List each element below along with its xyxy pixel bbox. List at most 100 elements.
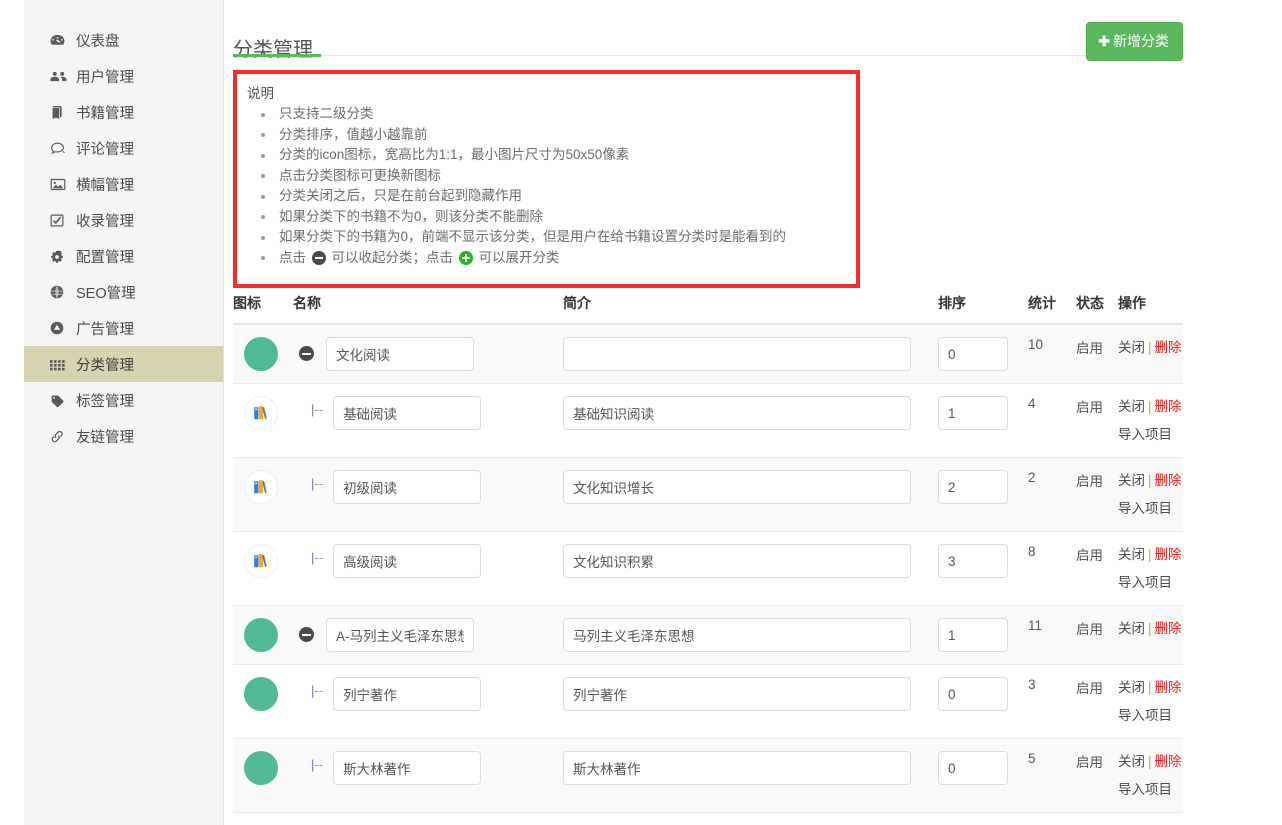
category-sort-input[interactable]	[938, 751, 1008, 785]
category-sort-input[interactable]	[938, 470, 1008, 504]
row-icon-cell	[233, 531, 293, 606]
category-desc-input[interactable]	[563, 618, 911, 652]
delete-action-link[interactable]: 删除	[1155, 547, 1182, 562]
import-action-link[interactable]: 导入项目	[1118, 779, 1183, 800]
sidebar-item-1[interactable]: 仪表盘	[24, 22, 223, 58]
row-desc-cell	[563, 664, 938, 739]
add-category-label: 新增分类	[1113, 33, 1169, 49]
import-action-link[interactable]: 导入项目	[1118, 424, 1183, 445]
instructions-title: 说明	[247, 86, 274, 101]
dashboard-icon	[50, 34, 69, 47]
category-dot-icon[interactable]	[244, 337, 278, 371]
category-desc-input[interactable]	[563, 396, 911, 430]
category-sort-input[interactable]	[938, 618, 1008, 652]
page-title: 分类管理	[233, 39, 313, 62]
action-separator: |	[1148, 547, 1152, 562]
category-books-icon[interactable]	[244, 544, 278, 578]
category-dot-icon[interactable]	[244, 618, 278, 652]
sidebar-item-label: 评论管理	[76, 141, 134, 158]
row-actions-cell: 关闭|删除导入项目	[1118, 383, 1183, 458]
row-sort-cell	[938, 605, 1028, 665]
instruction-item: 分类关闭之后，只是在前台起到隐藏作用	[261, 186, 846, 207]
close-action-link[interactable]: 关闭	[1118, 473, 1145, 488]
row-status-badge: 启用	[1076, 664, 1118, 739]
import-action-link[interactable]: 导入项目	[1118, 705, 1183, 726]
collapse-toggle-icon[interactable]	[299, 627, 314, 642]
sidebar-item-10[interactable]: 分类管理	[24, 346, 223, 382]
delete-action-link[interactable]: 删除	[1155, 399, 1182, 414]
category-desc-input[interactable]	[563, 751, 911, 785]
row-sort-cell	[938, 664, 1028, 739]
category-desc-input[interactable]	[563, 337, 911, 371]
instruction-text: 分类排序，值越小越靠前	[279, 126, 428, 142]
category-desc-input[interactable]	[563, 470, 911, 504]
close-action-link[interactable]: 关闭	[1118, 340, 1145, 355]
close-action-link[interactable]: 关闭	[1118, 547, 1145, 562]
row-name-cell: |--	[293, 812, 563, 825]
category-desc-input[interactable]	[563, 544, 911, 578]
child-indent-marker: |--	[311, 402, 324, 417]
sidebar-item-2[interactable]: 用户管理	[24, 58, 223, 94]
sidebar-item-6[interactable]: 收录管理	[24, 202, 223, 238]
sidebar-item-12[interactable]: 友链管理	[24, 418, 223, 454]
delete-action-link[interactable]: 删除	[1155, 680, 1182, 695]
row-status-badge: 启用	[1076, 457, 1118, 532]
sidebar-item-11[interactable]: 标签管理	[24, 382, 223, 418]
category-dot-icon[interactable]	[244, 751, 278, 785]
column-header-5: 统计	[1028, 288, 1076, 325]
sidebar-item-9[interactable]: 广告管理	[24, 310, 223, 346]
table-row: |-- 2启用关闭|删除导入项目	[233, 812, 1183, 825]
category-sort-input[interactable]	[938, 677, 1008, 711]
category-name-input[interactable]	[333, 470, 482, 504]
sidebar-item-label: SEO管理	[76, 285, 136, 302]
category-sort-input[interactable]	[938, 544, 1008, 578]
sidebar-item-8[interactable]: SEO管理	[24, 274, 223, 310]
checkbox-icon	[50, 214, 69, 227]
row-sort-cell	[938, 383, 1028, 458]
category-sort-input[interactable]	[938, 337, 1008, 371]
add-category-button[interactable]: ✚ 新增分类	[1086, 22, 1183, 61]
category-dot-icon[interactable]	[244, 677, 278, 711]
category-desc-input[interactable]	[563, 677, 911, 711]
category-name-input[interactable]	[326, 337, 474, 371]
instruction-text: 分类关闭之后，只是在前台起到隐藏作用	[279, 188, 522, 203]
sidebar-item-4[interactable]: 评论管理	[24, 130, 223, 166]
sidebar-item-label: 分类管理	[76, 357, 134, 374]
sidebar-item-label: 书籍管理	[76, 105, 134, 122]
sidebar-item-label: 广告管理	[76, 321, 134, 338]
category-sort-input[interactable]	[938, 396, 1008, 430]
sidebar-item-3[interactable]: 书籍管理	[24, 94, 223, 130]
image-icon	[50, 178, 69, 191]
instruction-item: 点击 可以收起分类；点击 可以展开分类	[261, 248, 846, 269]
sidebar-item-label: 友链管理	[76, 429, 134, 446]
category-name-input[interactable]	[333, 677, 482, 711]
delete-action-link[interactable]: 删除	[1155, 621, 1182, 636]
collapse-toggle-icon[interactable]	[299, 346, 314, 361]
import-action-link[interactable]: 导入项目	[1118, 572, 1183, 593]
sidebar-item-7[interactable]: 配置管理	[24, 238, 223, 274]
category-name-input[interactable]	[326, 618, 474, 652]
action-separator: |	[1148, 754, 1152, 769]
sidebar-item-5[interactable]: 横幅管理	[24, 166, 223, 202]
close-action-link[interactable]: 关闭	[1118, 399, 1145, 414]
main-content: 分类管理 ✚ 新增分类 说明 只支持二级分类 分类排序，值越小越靠前 分类的icon图…	[233, 0, 1183, 825]
category-books-icon[interactable]	[244, 470, 278, 504]
category-name-input[interactable]	[333, 544, 482, 578]
close-action-link[interactable]: 关闭	[1118, 754, 1145, 769]
category-name-input[interactable]	[333, 751, 482, 785]
delete-action-link[interactable]: 删除	[1155, 340, 1182, 355]
comment-icon	[50, 142, 69, 155]
instruction-text-middle: 可以收起分类；点击	[331, 249, 454, 265]
page-root: 仪表盘 用户管理 书籍管理 评论管理 横幅管理 收录管理 配置管理 SEO管理 广告管理 分类管理…	[0, 0, 1282, 825]
instruction-item: 如果分类下的书籍不为0，则该分类不能删除	[261, 207, 846, 228]
delete-action-link[interactable]: 删除	[1155, 473, 1182, 488]
row-actions-cell: 关闭 | 删除	[1118, 605, 1183, 665]
delete-action-link[interactable]: 删除	[1155, 754, 1182, 769]
row-status-badge: 启用	[1076, 531, 1118, 606]
category-books-icon[interactable]	[244, 396, 278, 430]
category-name-input[interactable]	[333, 396, 482, 430]
import-action-link[interactable]: 导入项目	[1118, 498, 1183, 519]
close-action-link[interactable]: 关闭	[1118, 680, 1145, 695]
close-action-link[interactable]: 关闭	[1118, 621, 1145, 636]
page-header: 分类管理 ✚ 新增分类	[233, 0, 1183, 61]
